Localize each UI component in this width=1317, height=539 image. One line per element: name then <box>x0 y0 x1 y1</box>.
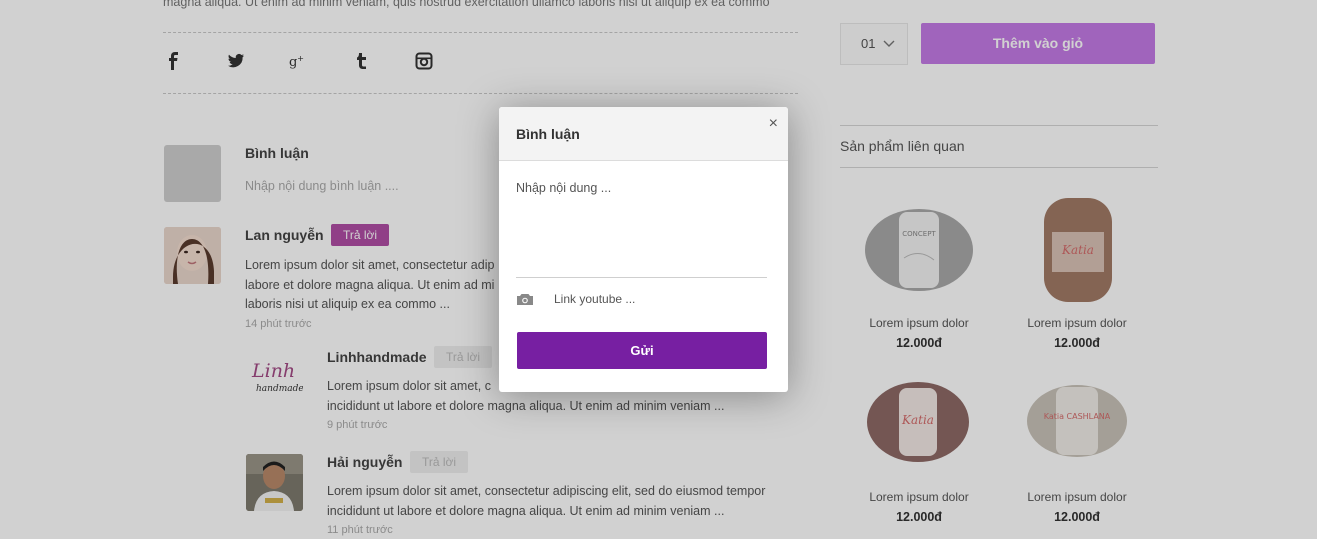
youtube-link-input[interactable]: Link youtube ... <box>554 292 635 306</box>
close-icon[interactable]: × <box>769 115 778 133</box>
comment-content-textarea[interactable]: Nhập nội dung ... <box>516 181 767 278</box>
modal-title: Bình luận <box>516 126 580 142</box>
camera-icon[interactable] <box>516 292 534 311</box>
page: magna aliqua. Ut enim ad minim veniam, q… <box>0 0 1317 539</box>
comment-modal: Bình luận × Nhập nội dung ... Link youtu… <box>499 107 788 392</box>
send-button[interactable]: Gửi <box>517 332 767 369</box>
youtube-link-field[interactable]: Link youtube ... <box>516 290 767 310</box>
modal-header: Bình luận × <box>499 107 788 161</box>
